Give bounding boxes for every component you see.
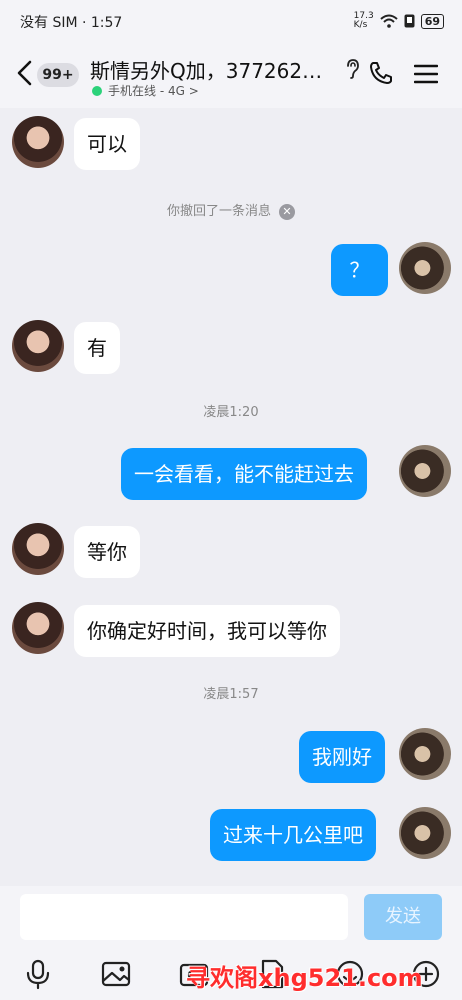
contact-avatar[interactable] bbox=[12, 320, 64, 372]
back-arrow-icon[interactable] bbox=[12, 58, 38, 88]
status-bar: 没有 SIM · 1:57 17.3 K/s 69 bbox=[0, 0, 462, 42]
ear-icon[interactable] bbox=[344, 58, 362, 80]
timestamp: 凌晨1:57 bbox=[203, 687, 259, 702]
contact-avatar[interactable] bbox=[12, 602, 64, 654]
contact-name[interactable]: 斯情另外Q加，377262… bbox=[90, 55, 340, 84]
incoming-message[interactable]: 可以 bbox=[74, 118, 140, 170]
incoming-message[interactable]: 等你 bbox=[74, 526, 140, 578]
incoming-message[interactable]: 有 bbox=[74, 322, 120, 374]
phone-call-icon[interactable] bbox=[368, 60, 394, 86]
battery-icon: 69 bbox=[420, 13, 444, 29]
microphone-icon[interactable] bbox=[22, 958, 54, 990]
outgoing-message[interactable]: 一会看看，能不能赶过去 bbox=[121, 448, 367, 500]
my-avatar[interactable] bbox=[399, 445, 451, 497]
send-button[interactable]: 发送 bbox=[364, 894, 442, 940]
outgoing-message[interactable]: 过来十几公里吧 bbox=[210, 809, 376, 861]
close-icon[interactable]: ✕ bbox=[279, 203, 295, 220]
menu-icon[interactable] bbox=[414, 64, 438, 84]
my-avatar[interactable] bbox=[399, 242, 451, 294]
recall-notice-text: 你撤回了一条消息 bbox=[166, 204, 271, 219]
contact-avatar[interactable] bbox=[12, 116, 64, 168]
watermark-text: 寻欢阁xhg521.com bbox=[186, 964, 423, 992]
unread-count-badge[interactable]: 99+ bbox=[37, 63, 79, 87]
chat-header: 99+ 斯情另外Q加，377262… 手机在线 - 4G > bbox=[0, 42, 462, 108]
my-avatar[interactable] bbox=[399, 728, 451, 780]
message-input[interactable] bbox=[20, 894, 348, 940]
timestamp: 凌晨1:20 bbox=[203, 405, 259, 420]
my-avatar[interactable] bbox=[399, 807, 451, 859]
outgoing-message[interactable]: ？ bbox=[331, 244, 388, 296]
outgoing-message[interactable]: 我刚好 bbox=[299, 731, 385, 783]
image-icon[interactable] bbox=[100, 958, 132, 990]
network-speed: 17.3 K/s bbox=[353, 11, 374, 30]
recall-notice: 你撤回了一条消息 ✕ bbox=[0, 200, 462, 220]
wifi-icon bbox=[380, 14, 398, 28]
online-status[interactable]: 手机在线 - 4G > bbox=[92, 82, 199, 99]
online-status-text: 手机在线 - 4G > bbox=[108, 84, 199, 98]
status-carrier-time: 没有 SIM · 1:57 bbox=[20, 15, 123, 31]
online-dot bbox=[92, 85, 102, 96]
status-icons: 17.3 K/s 69 bbox=[354, 12, 444, 30]
contact-avatar[interactable] bbox=[12, 523, 64, 575]
message-list[interactable]: 可以 你撤回了一条消息 ✕ ？ 有 凌晨1:20 一会看看，能不能赶过去 等你 你… bbox=[0, 108, 462, 886]
incoming-message[interactable]: 你确定好时间，我可以等你 bbox=[74, 605, 340, 657]
notification-icon bbox=[404, 14, 415, 28]
